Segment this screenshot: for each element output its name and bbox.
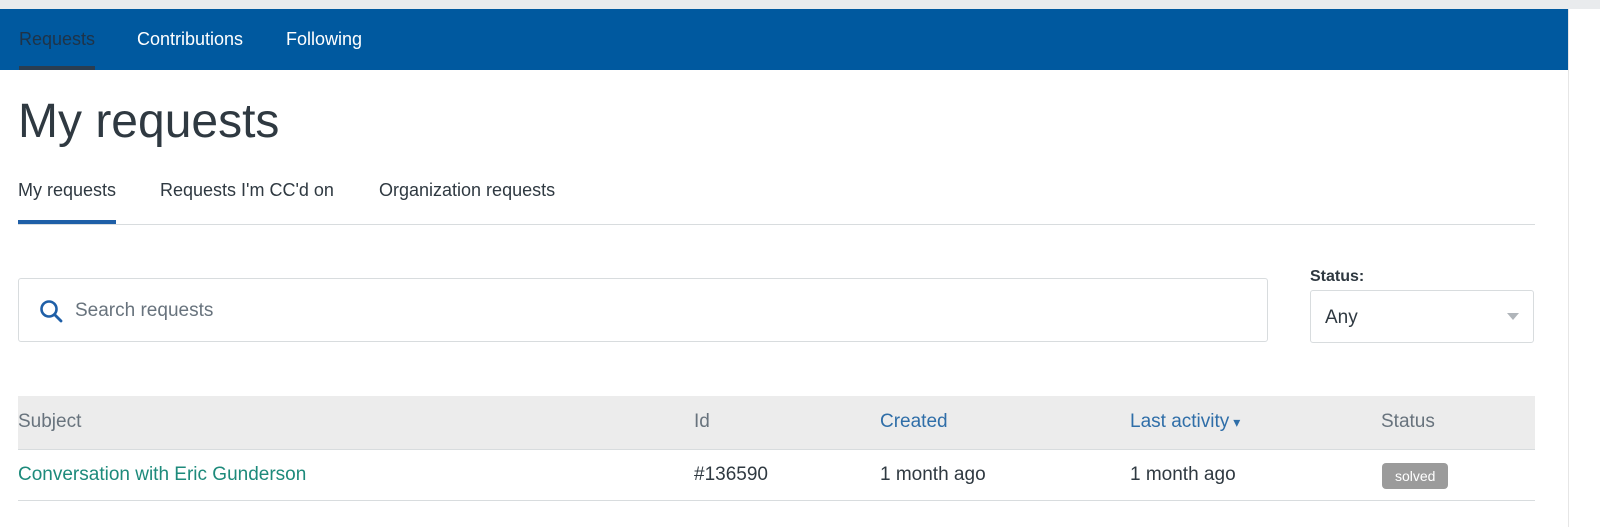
table-header: Subject Id Created Last activity ▾ Status	[18, 396, 1535, 450]
chevron-down-icon	[1507, 313, 1519, 320]
column-header-last-activity-label: Last activity	[1130, 411, 1230, 432]
column-header-subject: Subject	[18, 411, 82, 432]
column-header-status: Status	[1381, 411, 1435, 432]
topnav-item-requests[interactable]: Requests	[19, 9, 96, 70]
request-last-activity: 1 month ago	[1130, 464, 1236, 485]
page-title: My requests	[18, 95, 280, 148]
status-badge: solved	[1382, 463, 1449, 489]
top-strip	[0, 0, 1600, 9]
status-select-value: Any	[1325, 307, 1358, 328]
search-icon	[39, 299, 63, 323]
request-tabs: My requests Requests I'm CC'd on Organiz…	[18, 162, 1535, 225]
column-header-created[interactable]: Created	[880, 411, 948, 433]
request-created: 1 month ago	[880, 464, 986, 485]
top-navigation: Requests Contributions Following	[0, 9, 1568, 70]
search-box	[18, 278, 1268, 342]
sort-descending-icon: ▾	[1233, 414, 1241, 430]
tab-organization-requests[interactable]: Organization requests	[379, 180, 555, 201]
status-filter-label: Status:	[1310, 268, 1365, 285]
table-row: Conversation with Eric Gunderson #136590…	[18, 450, 1535, 501]
tab-requests-cc[interactable]: Requests I'm CC'd on	[160, 180, 334, 201]
column-header-id: Id	[694, 411, 710, 432]
page-edge	[1568, 9, 1600, 527]
column-header-last-activity[interactable]: Last activity ▾	[1130, 411, 1240, 433]
topnav-item-following[interactable]: Following	[286, 9, 362, 70]
status-select[interactable]: Any	[1310, 290, 1534, 343]
topnav-item-contributions[interactable]: Contributions	[137, 9, 243, 70]
search-input[interactable]	[73, 289, 1257, 333]
request-subject-link[interactable]: Conversation with Eric Gunderson	[18, 464, 306, 486]
request-id: #136590	[694, 464, 768, 485]
tab-my-requests[interactable]: My requests	[18, 180, 117, 224]
